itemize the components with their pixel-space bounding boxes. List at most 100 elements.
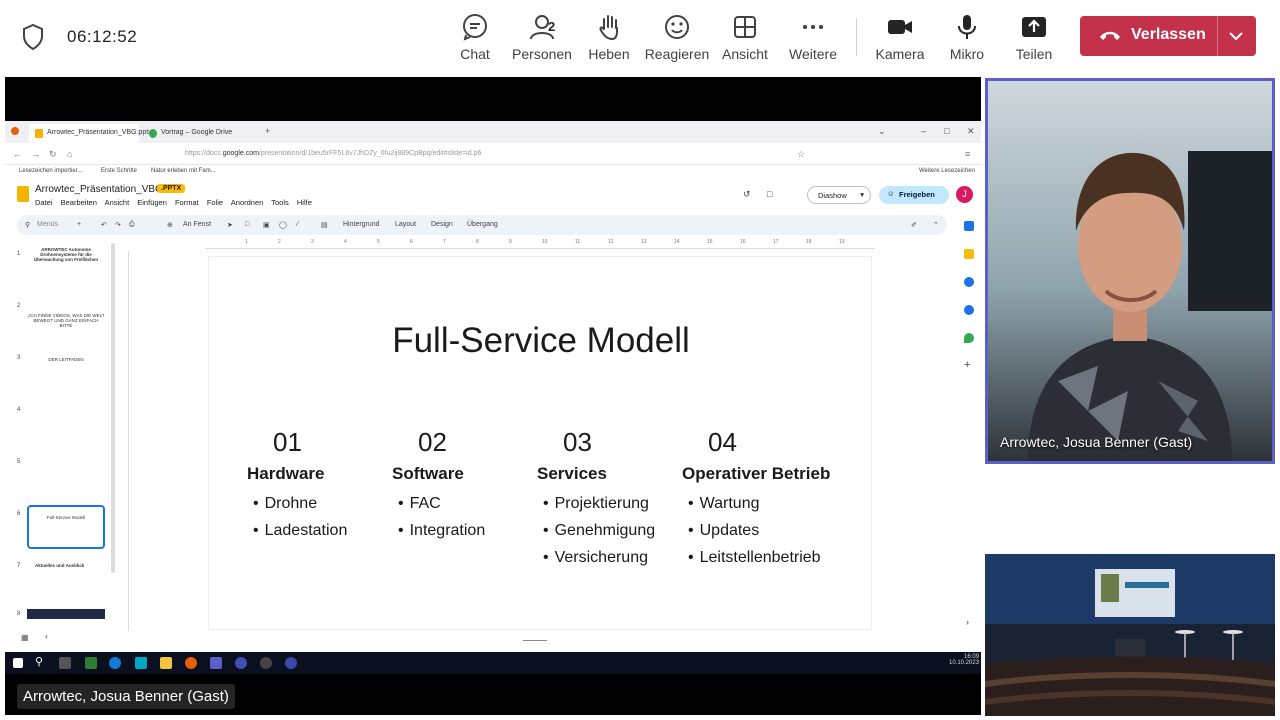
bookmark-star-icon[interactable]: ☆ — [797, 149, 805, 160]
bookmark-item[interactable]: Lesezeichen importier... — [19, 168, 82, 174]
participant-video[interactable]: Arrowtec, Josua Benner (Gast) — [985, 78, 1275, 464]
menu-item[interactable]: Tools — [271, 198, 289, 207]
menu-item[interactable]: Ansicht — [105, 198, 130, 207]
collapse-panel-icon[interactable]: ‹ — [45, 631, 48, 641]
reload-icon[interactable]: ↻ — [49, 149, 57, 160]
shape-icon[interactable]: ◯ — [279, 221, 287, 229]
textbox-icon[interactable]: □ — [245, 221, 249, 228]
slide-thumbnail[interactable] — [27, 403, 105, 447]
app-icon[interactable] — [135, 657, 147, 669]
task-view-icon[interactable] — [59, 657, 71, 669]
slide-thumbnail[interactable]: ARROWTEC Autonome Drohnensysteme für die… — [27, 247, 105, 291]
back-icon[interactable]: ← — [13, 149, 22, 159]
slide-thumbnail[interactable]: DER LEITFADEN — [27, 351, 105, 395]
people-button[interactable]: 2 Personen — [506, 10, 578, 70]
tab-presentation[interactable]: Arrowtec_Präsentation_VBG.pptx — [29, 124, 152, 143]
calendar-icon[interactable] — [964, 221, 974, 231]
avatar[interactable]: J — [956, 186, 973, 203]
room-video[interactable] — [985, 554, 1275, 716]
firefox-icon[interactable] — [185, 657, 197, 669]
slide-thumbnail[interactable]: Aktuelles und Ausblick — [27, 559, 105, 603]
menu-icon[interactable]: ≡ — [965, 149, 970, 159]
menu-item[interactable]: Datei — [35, 198, 53, 207]
more-button[interactable]: Weitere — [777, 10, 849, 70]
raise-hand-button[interactable]: Heben — [573, 10, 645, 70]
chevron-right-icon[interactable]: › — [966, 617, 969, 627]
chat-button[interactable]: Chat — [439, 10, 511, 70]
react-button[interactable]: Reagieren — [641, 10, 713, 70]
maps-icon[interactable] — [964, 333, 974, 343]
add-icon[interactable]: + — [77, 221, 81, 228]
bookmark-item[interactable]: Erste Schritte — [101, 168, 137, 174]
slide-thumbnail[interactable]: „ICH FINDE VIDEOS, WAS DIE WELT BEWEGT U… — [27, 299, 105, 343]
media-icon[interactable] — [260, 657, 272, 669]
share-doc-button[interactable]: ☺ Freigeben — [879, 186, 949, 204]
menus-search[interactable]: Menüs — [37, 221, 58, 228]
line-icon[interactable]: ∕ — [297, 221, 298, 228]
history-icon[interactable]: ↺ — [743, 189, 751, 200]
menu-item[interactable]: Format — [175, 198, 199, 207]
edge-icon[interactable] — [109, 657, 121, 669]
app-icon[interactable] — [285, 657, 297, 669]
image-icon[interactable]: ▣ — [263, 221, 270, 229]
collapse-icon[interactable]: ⌃ — [933, 221, 939, 229]
zoom-icon[interactable]: ⊕ — [167, 221, 173, 229]
view-button[interactable]: Ansicht — [709, 10, 781, 70]
menu-item[interactable]: Einfügen — [137, 198, 167, 207]
store-icon[interactable] — [85, 657, 97, 669]
forward-icon[interactable]: → — [31, 149, 40, 159]
search-icon[interactable]: ⚲ — [35, 655, 43, 668]
undo-icon[interactable]: ↶ — [101, 221, 107, 229]
slideshow-button[interactable]: Diashow ▾ — [807, 186, 871, 204]
contacts-icon[interactable] — [964, 305, 974, 315]
print-icon[interactable]: ⎙ — [129, 221, 135, 229]
design-button[interactable]: Design — [431, 221, 453, 228]
teams-icon[interactable] — [210, 657, 222, 669]
redo-icon[interactable]: ↷ — [115, 221, 121, 229]
windows-start-icon[interactable] — [13, 658, 23, 668]
add-icon[interactable]: + — [964, 359, 970, 371]
bookmark-item[interactable]: Weitere Lesezeichen — [919, 168, 975, 174]
transition-button[interactable]: Übergang — [467, 221, 498, 228]
leave-button[interactable]: Verlassen — [1080, 16, 1256, 56]
chevron-down-icon[interactable]: ⌄ — [878, 126, 886, 137]
app-icon[interactable] — [235, 657, 247, 669]
explorer-icon[interactable] — [160, 657, 172, 669]
taskbar-clock[interactable]: 16:09 10.10.2023 — [949, 654, 979, 666]
url-text[interactable]: https://docs.google.com/presentation/d/1… — [185, 150, 481, 157]
menu-item[interactable]: Folie — [207, 198, 223, 207]
camera-button[interactable]: Kamera — [864, 10, 936, 70]
minimize-icon[interactable]: – — [921, 126, 926, 136]
mic-button[interactable]: Mikro — [931, 10, 1003, 70]
new-tab-icon[interactable]: + — [265, 126, 270, 136]
menu-item[interactable]: Bearbeiten — [61, 198, 97, 207]
layout-button[interactable]: Layout — [395, 221, 416, 228]
home-icon[interactable]: ⌂ — [67, 149, 72, 159]
tasks-icon[interactable] — [964, 277, 974, 287]
maximize-icon[interactable]: □ — [944, 126, 949, 136]
share-button[interactable]: Teilen — [998, 10, 1070, 70]
filmstrip-scrollbar[interactable] — [111, 243, 115, 573]
address-bar[interactable]: ← → ↻ ⌂ https://docs.google.com/presenta… — [5, 143, 981, 165]
cursor-icon[interactable]: ➤ — [227, 221, 233, 229]
slide-thumbnail-selected[interactable]: Full-Service Modell — [27, 505, 105, 549]
comment-add-icon[interactable]: ▤ — [321, 221, 328, 229]
zoom-select[interactable]: An Fenst — [183, 221, 211, 228]
resize-handle[interactable] — [523, 640, 547, 641]
keep-icon[interactable] — [964, 249, 974, 259]
chevron-down-icon[interactable] — [1228, 29, 1244, 43]
slides-logo-icon[interactable] — [17, 186, 29, 202]
close-icon[interactable]: ✕ — [967, 126, 975, 137]
document-title[interactable]: Arrowtec_Präsentation_VBG — [35, 184, 163, 195]
search-icon[interactable]: ⚲ — [25, 221, 30, 229]
bookmark-item[interactable]: Natur erleben mit Fam... — [151, 168, 216, 174]
slide-canvas[interactable]: Full-Service Modell 01 Hardware Drohne L… — [208, 256, 872, 630]
tab-drive[interactable]: Vortrag – Google Drive — [143, 124, 259, 143]
pen-icon[interactable]: ✐ — [911, 221, 917, 229]
menu-item[interactable]: Hilfe — [297, 198, 312, 207]
menu-item[interactable]: Anordnen — [231, 198, 264, 207]
background-button[interactable]: Hintergrund — [343, 221, 380, 228]
grid-view-icon[interactable]: ▦ — [21, 633, 29, 642]
comment-icon[interactable]: □ — [767, 189, 772, 199]
slide-thumbnail[interactable] — [27, 455, 105, 499]
